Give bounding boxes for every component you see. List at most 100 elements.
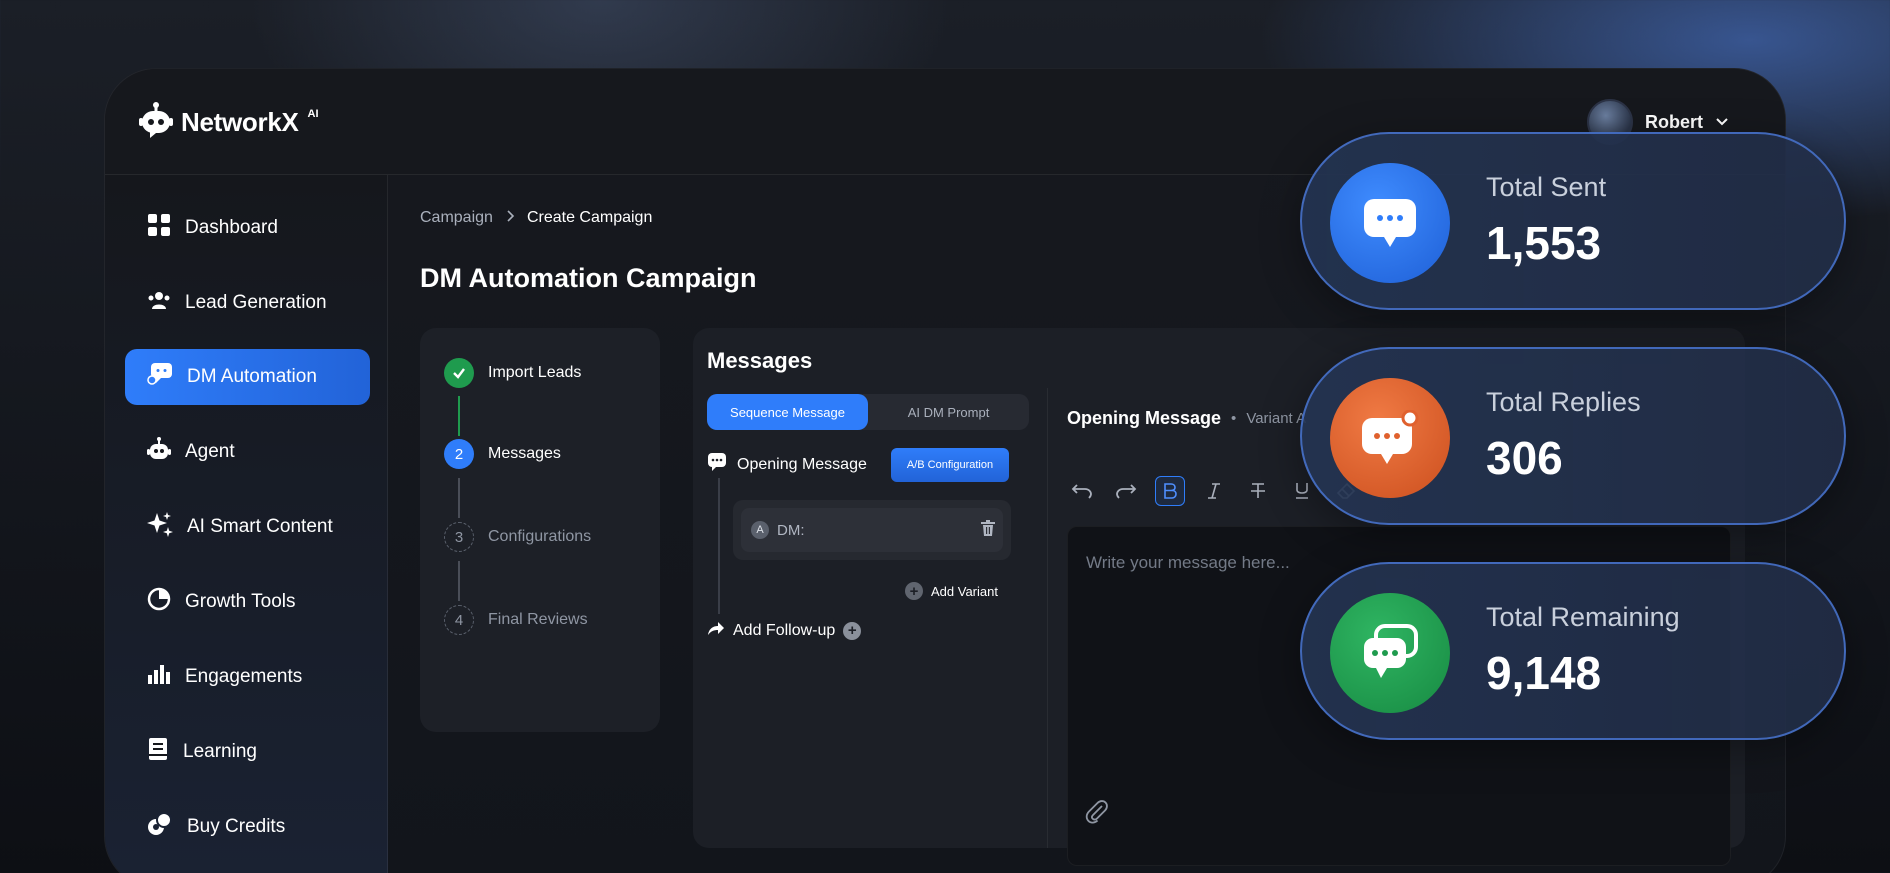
- sidebar-item-label: Dashboard: [185, 217, 278, 238]
- chevron-right-icon: [505, 209, 515, 227]
- stat-label: Total Remaining: [1486, 602, 1680, 632]
- stat-label: Total Sent: [1486, 172, 1607, 202]
- pie-icon: [147, 587, 171, 617]
- redo-icon[interactable]: [1111, 476, 1141, 506]
- bold-icon[interactable]: [1155, 476, 1185, 506]
- sidebar-item-engagements[interactable]: Engagements: [125, 649, 370, 705]
- paperclip-icon[interactable]: [1084, 798, 1110, 829]
- panel-divider: [1047, 388, 1048, 848]
- forward-arrow-icon: [707, 620, 725, 641]
- ab-configuration-button[interactable]: A/B Configuration: [891, 448, 1009, 482]
- variant-a-row[interactable]: A DM:: [741, 508, 1003, 552]
- sidebar-item-lead-generation[interactable]: Lead Generation: [125, 275, 370, 331]
- sidebar-item-dashboard[interactable]: Dashboard: [125, 200, 370, 256]
- chat-notification-icon: [1330, 378, 1450, 498]
- user-name: Robert: [1645, 111, 1703, 132]
- italic-icon[interactable]: [1199, 476, 1229, 506]
- step-configurations[interactable]: 3 Configurations: [444, 522, 591, 552]
- campaign-steps: Import Leads 2 Messages 3 Configurations…: [420, 328, 660, 732]
- users-icon: [147, 288, 171, 318]
- chevron-down-icon: [1715, 112, 1729, 133]
- sidebar-item-label: Lead Generation: [185, 292, 327, 313]
- stat-card-total-remaining: Total Remaining 9,148: [1300, 562, 1846, 740]
- stat-label: Total Replies: [1486, 387, 1641, 417]
- sidebar-item-label: Engagements: [185, 666, 303, 687]
- variant-card: A DM:: [733, 500, 1011, 560]
- logo[interactable]: NetworkX AI: [139, 101, 319, 144]
- editor-header: Opening Message • Variant A: [1067, 408, 1306, 429]
- step-number: 4: [444, 605, 474, 635]
- chat-stack-icon: [1330, 593, 1450, 713]
- sparkle-icon: [147, 511, 173, 543]
- breadcrumb-parent[interactable]: Campaign: [420, 209, 493, 227]
- editor-placeholder: Write your message here...: [1086, 553, 1290, 572]
- step-label: Messages: [488, 445, 561, 462]
- step-import-leads[interactable]: Import Leads: [444, 358, 581, 388]
- trash-icon[interactable]: [981, 520, 995, 540]
- coins-icon: [147, 812, 173, 842]
- breadcrumb: Campaign Create Campaign: [420, 209, 652, 227]
- step-connector: [458, 478, 460, 518]
- add-follow-up-button[interactable]: Add Follow-up +: [707, 620, 862, 641]
- stat-value: 1,553: [1486, 217, 1602, 269]
- add-variant-button[interactable]: + Add Variant: [905, 582, 998, 600]
- breadcrumb-current: Create Campaign: [526, 209, 653, 226]
- page-title: DM Automation Campaign: [420, 263, 757, 293]
- step-label: Configurations: [488, 528, 592, 545]
- stat-card-total-sent: Total Sent 1,553: [1300, 132, 1846, 310]
- editor-title: Opening Message: [1067, 408, 1222, 428]
- sidebar-item-buy-credits[interactable]: Buy Credits: [125, 799, 370, 855]
- brand-suffix: AI: [307, 107, 319, 120]
- sidebar-item-label: Growth Tools: [185, 591, 296, 612]
- tree-connector: [718, 478, 720, 614]
- step-number: 2: [444, 439, 474, 469]
- robot-icon: [147, 436, 171, 468]
- step-number: 3: [444, 522, 474, 552]
- sidebar-item-label: DM Automation: [187, 366, 317, 387]
- grid-icon: [147, 213, 171, 243]
- sidebar-item-ai-smart-content[interactable]: AI Smart Content: [125, 499, 370, 555]
- step-messages[interactable]: 2 Messages: [444, 439, 561, 469]
- sidebar-item-label: AI Smart Content: [187, 516, 333, 537]
- brand-name: NetworkX: [181, 107, 299, 137]
- sidebar-item-dm-automation[interactable]: DM Automation: [125, 349, 370, 405]
- sidebar-item-learning[interactable]: Learning: [125, 724, 370, 780]
- sidebar-item-agent[interactable]: Agent: [125, 424, 370, 480]
- check-icon: [444, 358, 474, 388]
- sidebar: Dashboard Lead Generation DM Automation …: [105, 175, 388, 873]
- plus-circle-icon: +: [843, 621, 862, 640]
- strikethrough-icon[interactable]: [1243, 476, 1273, 506]
- stat-card-total-replies: Total Replies 306: [1300, 347, 1846, 525]
- editor-variant: Variant A: [1246, 410, 1307, 427]
- sidebar-item-label: Buy Credits: [187, 816, 286, 837]
- tab-ai-dm-prompt[interactable]: AI DM Prompt: [868, 394, 1029, 430]
- stat-value: 306: [1486, 432, 1563, 484]
- book-icon: [147, 737, 169, 767]
- variant-badge: A: [751, 521, 769, 539]
- opening-message-label: Opening Message: [737, 455, 867, 473]
- stat-value: 9,148: [1486, 647, 1602, 699]
- undo-icon[interactable]: [1067, 476, 1097, 506]
- chat-bubble-icon: [1330, 163, 1450, 283]
- sidebar-item-label: Learning: [183, 741, 257, 762]
- robot-logo-icon: [139, 101, 173, 144]
- message-tabs: Sequence Message AI DM Prompt: [707, 394, 1029, 430]
- step-final-reviews[interactable]: 4 Final Reviews: [444, 605, 588, 635]
- step-connector: [458, 396, 460, 436]
- step-label: Import Leads: [488, 364, 582, 381]
- sidebar-item-growth-tools[interactable]: Growth Tools: [125, 574, 370, 630]
- separator-dot: •: [1231, 410, 1237, 427]
- opening-message-node[interactable]: Opening Message: [707, 452, 867, 477]
- tab-sequence-message[interactable]: Sequence Message: [707, 394, 868, 430]
- bar-chart-icon: [147, 662, 171, 692]
- sidebar-item-label: Agent: [185, 441, 235, 462]
- step-label: Final Reviews: [488, 611, 588, 628]
- variant-label: DM:: [777, 521, 805, 539]
- step-connector: [458, 561, 460, 601]
- add-variant-label: Add Variant: [931, 583, 998, 599]
- chat-bot-icon: [147, 362, 173, 392]
- messages-title: Messages: [707, 348, 813, 373]
- chat-bubble-icon: [707, 452, 727, 477]
- plus-circle-icon: +: [905, 582, 923, 600]
- add-follow-up-label: Add Follow-up: [733, 621, 836, 639]
